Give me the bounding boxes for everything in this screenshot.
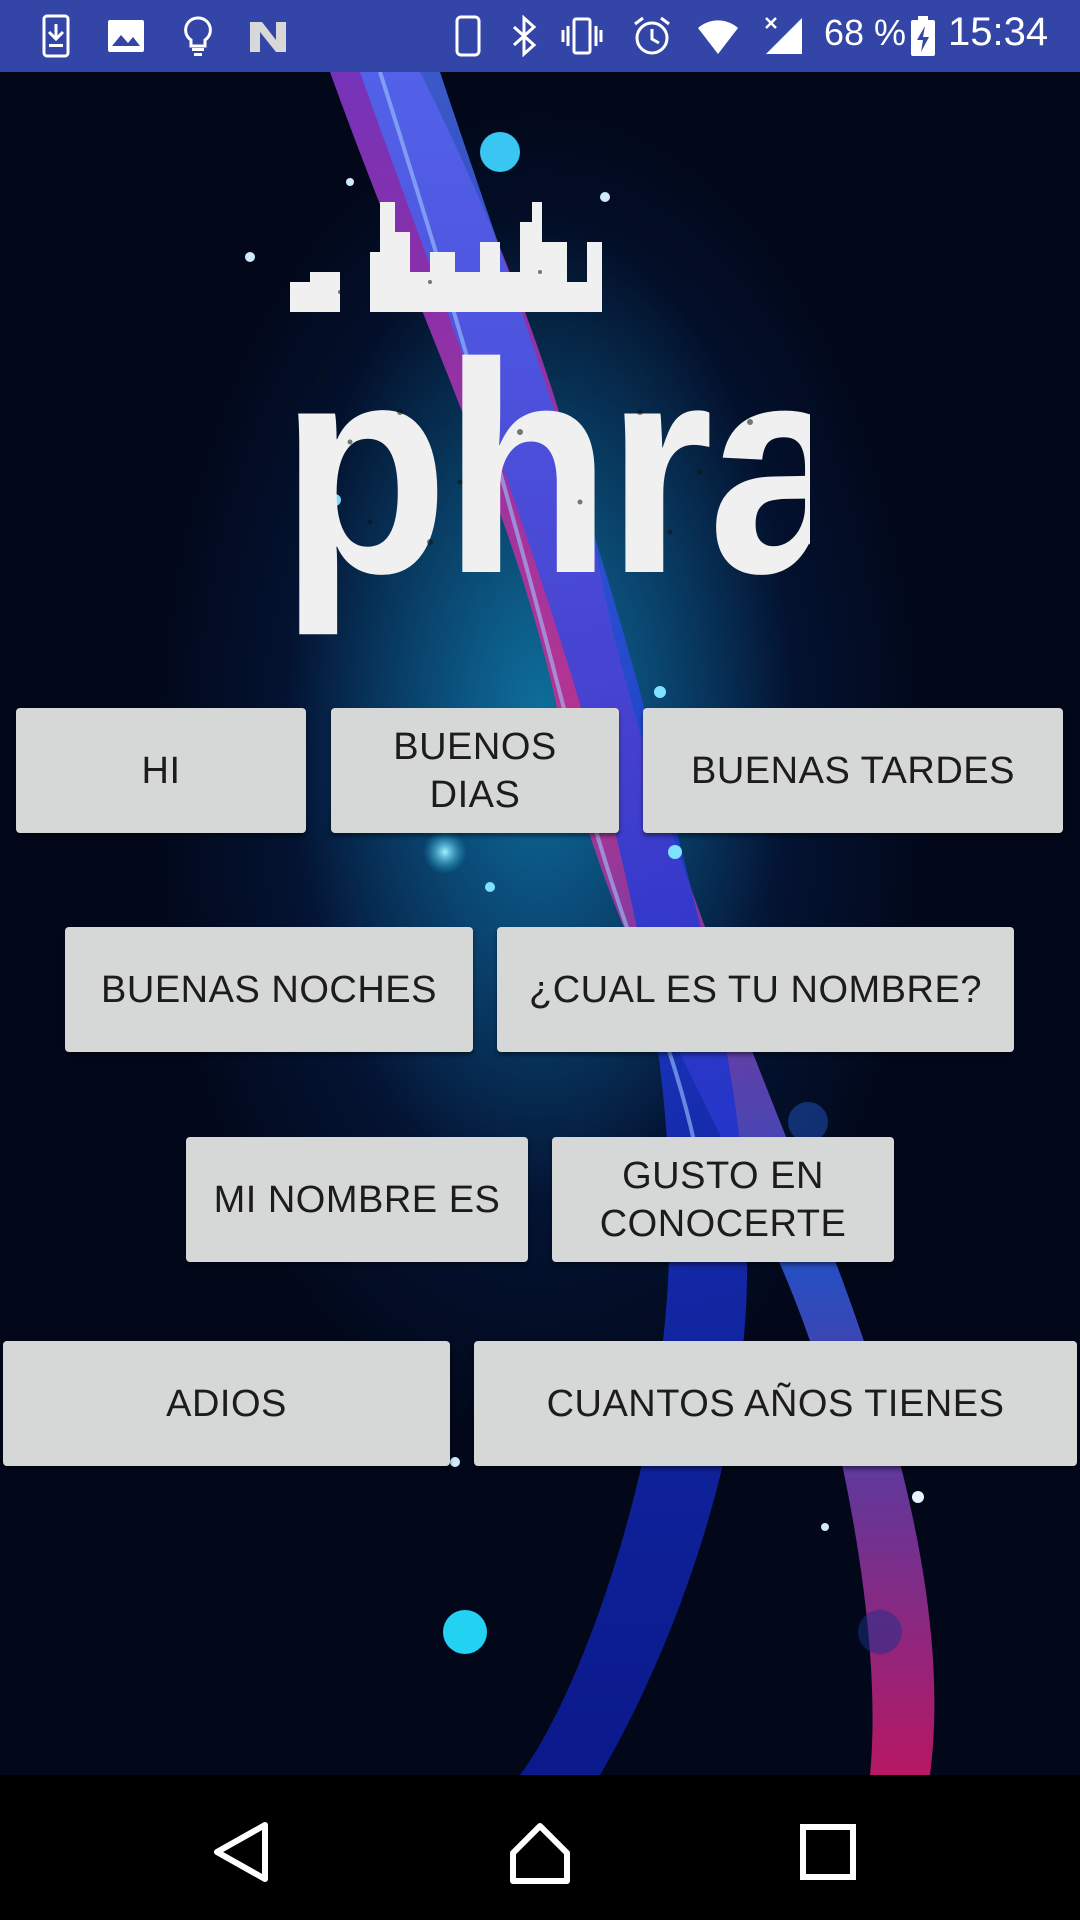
signal-icon bbox=[765, 17, 802, 54]
gusto-label-line1: GUSTO EN bbox=[622, 1154, 824, 1197]
battery-percent: 68 % bbox=[824, 12, 907, 53]
adios-label: ADIOS bbox=[166, 1382, 287, 1425]
lightbulb-icon bbox=[184, 16, 212, 56]
buenas-noches-button[interactable]: BUENAS NOCHES bbox=[65, 927, 473, 1052]
back-icon[interactable] bbox=[207, 1817, 277, 1887]
phone-icon bbox=[455, 15, 481, 57]
buenas-noches-label: BUENAS NOCHES bbox=[101, 968, 437, 1011]
mi-nombre-es-button[interactable]: MI NOMBRE ES bbox=[186, 1137, 528, 1262]
svg-text:phrase: phrase bbox=[280, 301, 810, 637]
recents-icon[interactable] bbox=[793, 1817, 863, 1887]
battery-charging-icon bbox=[911, 16, 935, 56]
buenos-dias-label-line2: DIAS bbox=[429, 773, 521, 816]
status-bar: 68 % 15:34 bbox=[0, 0, 1080, 72]
app-background: phrase bbox=[0, 72, 1080, 1775]
vibrate-icon bbox=[561, 17, 603, 55]
buenas-tardes-button[interactable]: BUENAS TARDES bbox=[643, 708, 1063, 833]
adios-button[interactable]: ADIOS bbox=[3, 1341, 450, 1466]
gusto-label-line2: CONOCERTE bbox=[599, 1202, 847, 1245]
hi-button-label: HI bbox=[141, 749, 181, 792]
clock: 15:34 bbox=[948, 10, 1049, 54]
cuantos-anos-tienes-button[interactable]: CUANTOS AÑOS TIENES bbox=[474, 1341, 1077, 1466]
n-logo-icon bbox=[250, 22, 286, 52]
wifi-icon bbox=[698, 20, 738, 54]
gusto-en-conocerte-button[interactable]: GUSTO EN CONOCERTE bbox=[552, 1137, 894, 1262]
hi-button[interactable]: HI bbox=[16, 708, 306, 833]
cuantos-anos-tienes-label: CUANTOS AÑOS TIENES bbox=[546, 1382, 1005, 1425]
buenos-dias-button[interactable]: BUENOS DIAS bbox=[331, 708, 619, 833]
alarm-icon bbox=[634, 16, 670, 55]
buenos-dias-label-line1: BUENOS bbox=[393, 725, 557, 768]
buenas-tardes-label: BUENAS TARDES bbox=[691, 749, 1015, 792]
bluetooth-icon bbox=[512, 14, 537, 58]
mi-nombre-es-label: MI NOMBRE ES bbox=[213, 1178, 501, 1221]
image-icon bbox=[108, 20, 144, 52]
home-icon[interactable] bbox=[505, 1817, 575, 1887]
download-icon bbox=[42, 14, 70, 58]
navigation-bar bbox=[0, 1775, 1080, 1920]
cual-es-tu-nombre-button[interactable]: ¿CUAL ES TU NOMBRE? bbox=[497, 927, 1014, 1052]
phrase-logo: phrase bbox=[280, 202, 810, 638]
cual-es-tu-nombre-label: ¿CUAL ES TU NOMBRE? bbox=[529, 968, 982, 1011]
